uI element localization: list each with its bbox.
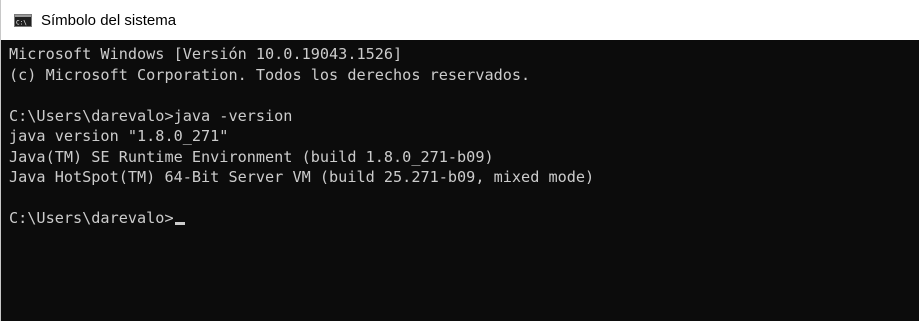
- console-line: C:\Users\darevalo>java -version: [9, 106, 293, 125]
- prompt-text: C:\Users\darevalo>: [9, 209, 174, 227]
- console-output[interactable]: Microsoft Windows [Versión 10.0.19043.15…: [1, 40, 919, 321]
- console-line: Java HotSpot(TM) 64-Bit Server VM (build…: [9, 168, 595, 186]
- console-line: java version "1.8.0_271": [9, 127, 229, 145]
- window-title: Símbolo del sistema: [41, 11, 177, 29]
- text-cursor: [174, 222, 185, 225]
- console-line: Microsoft Windows [Versión 10.0.19043.15…: [9, 45, 403, 63]
- console-line: Java(TM) SE Runtime Environment (build 1…: [9, 147, 494, 166]
- title-bar[interactable]: C:\ Símbolo del sistema: [1, 0, 919, 40]
- command-prompt-window: C:\ Símbolo del sistema Microsoft Window…: [0, 0, 919, 321]
- cmd-icon: C:\: [14, 13, 32, 27]
- console-line: (c) Microsoft Corporation. Todos los der…: [9, 65, 531, 84]
- svg-text:C:\: C:\: [16, 19, 27, 26]
- prompt-line[interactable]: C:\Users\darevalo>: [9, 208, 919, 229]
